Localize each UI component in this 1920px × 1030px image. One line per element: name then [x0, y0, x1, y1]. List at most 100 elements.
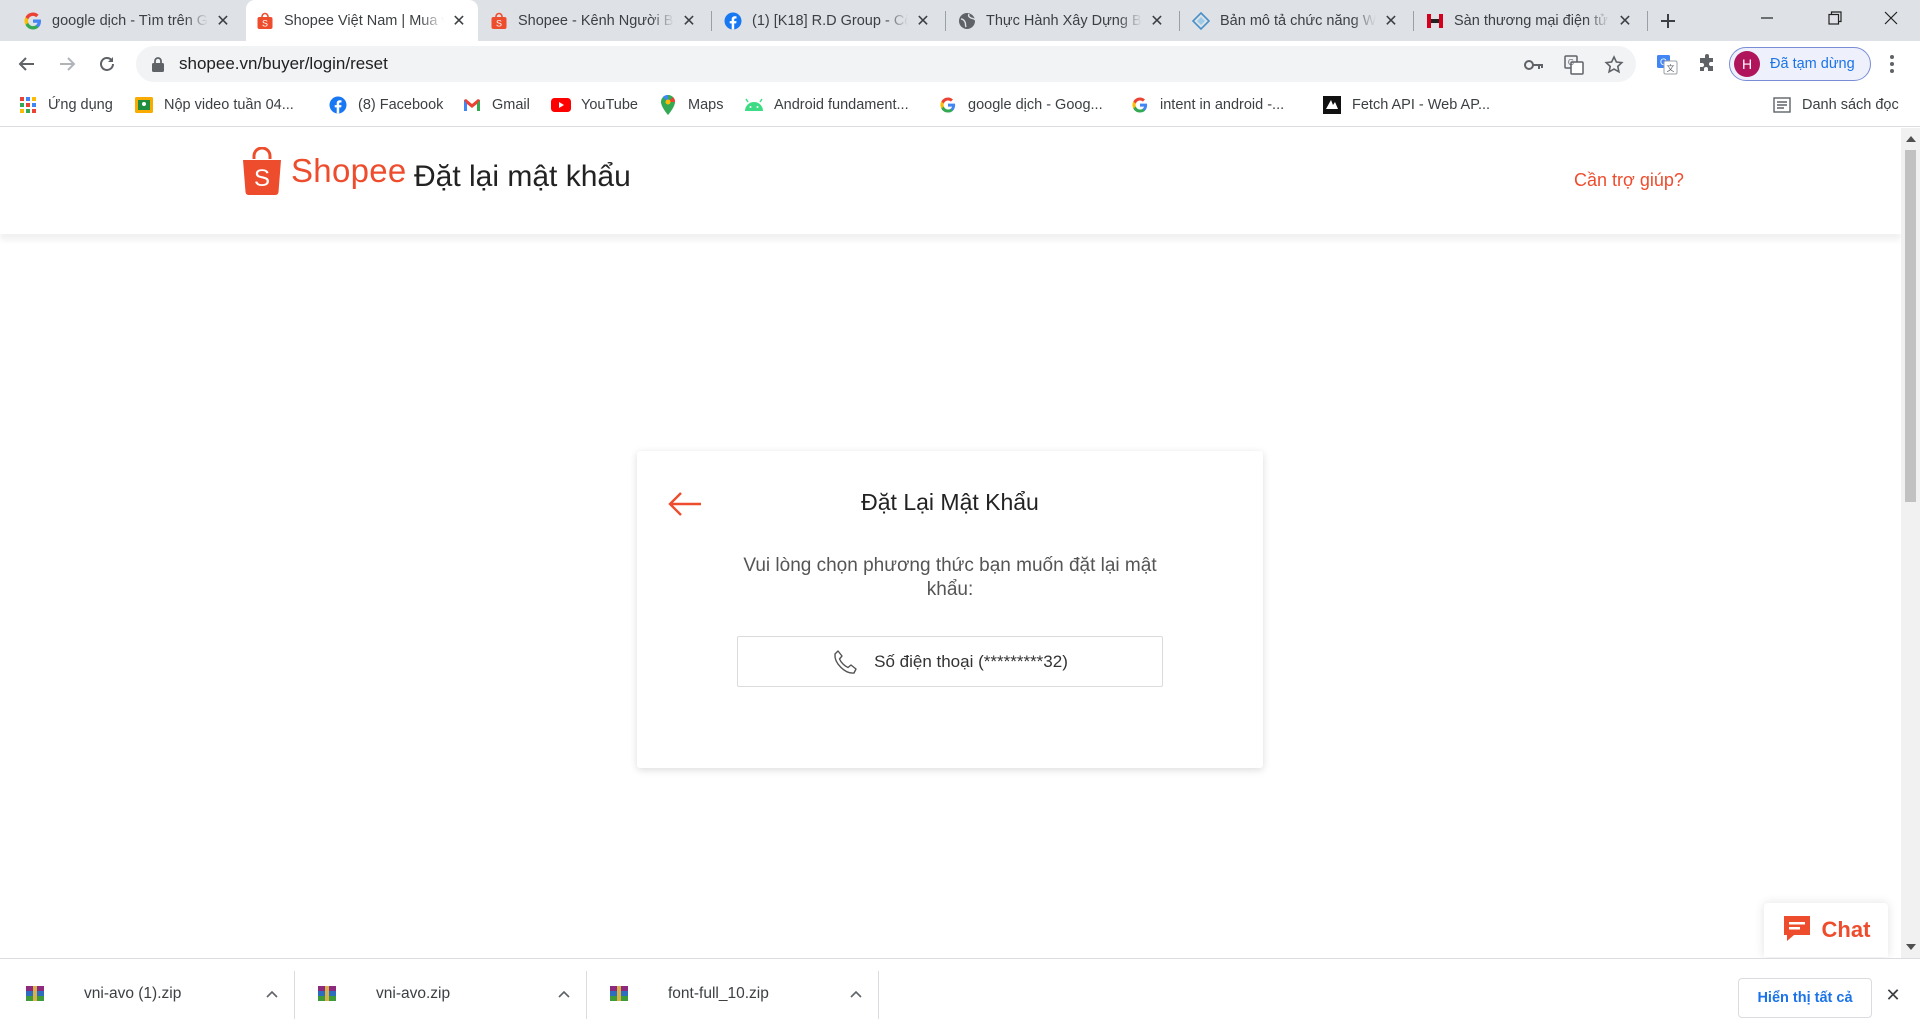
download-item[interactable]: vni-avo (1).zip	[0, 959, 290, 1029]
bookmark-android[interactable]: Android fundament...	[744, 87, 909, 123]
diamond-icon	[1192, 11, 1210, 30]
close-shelf-icon[interactable]: ✕	[1885, 985, 1901, 1005]
facebook-icon	[328, 95, 348, 115]
tab-shopee-active[interactable]: S Shopee Việt Nam | Mua và Bán ✕	[246, 0, 478, 41]
phone-icon	[832, 649, 858, 675]
tab-title: google dịch - Tìm trên Google	[52, 12, 208, 29]
shopee-bag-icon: S	[243, 147, 281, 195]
reload-button[interactable]	[92, 49, 122, 79]
scroll-up-arrow-icon[interactable]	[1906, 136, 1916, 142]
bookmark-facebook[interactable]: (8) Facebook	[328, 87, 443, 123]
download-item[interactable]: font-full_10.zip	[584, 959, 874, 1029]
key-icon[interactable]	[1524, 55, 1544, 75]
svg-text:G: G	[1568, 58, 1574, 67]
svg-text:S: S	[496, 18, 502, 28]
bookmark-label: Maps	[688, 97, 724, 113]
close-tab-icon[interactable]: ✕	[1148, 12, 1166, 30]
reading-list-label: Danh sách đọc	[1802, 97, 1899, 113]
download-item[interactable]: vni-avo.zip	[292, 959, 582, 1029]
tab-title: (1) [K18] R.D Group - Cộng	[752, 12, 908, 29]
tab-san-thuong-mai[interactable]: Sàn thương mại điện tử ✕	[1416, 0, 1644, 41]
back-button[interactable]	[12, 49, 42, 79]
bookmark-label: Fetch API - Web AP...	[1352, 97, 1491, 113]
shopee-header: S Shopee Đặt lại mật khẩu Cần trợ giúp?	[0, 128, 1901, 234]
browser-menu-icon[interactable]	[1882, 53, 1902, 75]
phone-reset-option-button[interactable]: Số điện thoại (*********32)	[737, 636, 1163, 687]
google-icon	[24, 12, 42, 30]
bookmark-gmail[interactable]: Gmail	[462, 87, 530, 123]
tab-shopee-seller[interactable]: S Shopee - Kênh Người Bán ✕	[480, 0, 708, 41]
bookmark-label: google dịch - Goog...	[968, 97, 1103, 113]
tab-google-dich[interactable]: google dịch - Tìm trên Google ✕	[14, 0, 242, 41]
chevron-up-icon[interactable]	[262, 984, 282, 1004]
chevron-up-icon[interactable]	[846, 984, 866, 1004]
classroom-icon	[134, 95, 154, 115]
avatar: H	[1734, 51, 1760, 77]
bookmark-fetch-api[interactable]: Fetch API - Web AP...	[1322, 87, 1490, 123]
scroll-down-arrow-icon[interactable]	[1906, 944, 1916, 950]
bookmark-label: Android fundament...	[774, 97, 909, 113]
minimize-button[interactable]	[1738, 0, 1796, 36]
bookmark-youtube[interactable]: YouTube	[551, 87, 638, 123]
translate-icon[interactable]: G	[1564, 55, 1584, 75]
tab-title: Sàn thương mại điện tử	[1454, 12, 1608, 29]
star-icon[interactable]	[1604, 55, 1624, 75]
page-scrollbar[interactable]	[1901, 128, 1920, 958]
close-tab-icon[interactable]: ✕	[1616, 12, 1634, 30]
restore-button[interactable]	[1806, 0, 1864, 36]
new-tab-button[interactable]	[1653, 6, 1683, 36]
tab-title: Shopee - Kênh Người Bán	[518, 12, 674, 29]
card-title: Đặt Lại Mật Khẩu	[861, 489, 1039, 515]
download-filename: vni-avo.zip	[376, 985, 451, 1002]
page-content: S Shopee Đặt lại mật khẩu Cần trợ giúp? …	[0, 128, 1901, 958]
card-subtitle: Vui lòng chọn phương thức bạn muốn đặt l…	[743, 555, 1157, 600]
bookmark-apps[interactable]: Ứng dụng	[18, 87, 113, 123]
help-link[interactable]: Cần trợ giúp?	[1574, 170, 1684, 191]
youtube-icon	[551, 95, 571, 115]
bookmark-google-dich[interactable]: google dịch - Goog...	[938, 87, 1103, 123]
chat-label: Chat	[1821, 917, 1871, 942]
svg-text:文: 文	[1667, 63, 1675, 73]
extensions-puzzle-icon[interactable]	[1696, 53, 1718, 75]
bookmark-nop-video[interactable]: Nộp video tuần 04...	[134, 87, 294, 123]
bookmark-label: Nộp video tuần 04...	[164, 97, 294, 113]
tab-facebook-group[interactable]: (1) [K18] R.D Group - Cộng ✕	[714, 0, 942, 41]
profile-button[interactable]: H Đã tạm dừng	[1729, 47, 1871, 81]
close-tab-icon[interactable]: ✕	[214, 12, 232, 30]
reading-list-button[interactable]: Danh sách đọc	[1772, 87, 1899, 123]
chat-button[interactable]: Chat	[1764, 903, 1888, 957]
bookmark-maps[interactable]: Maps	[658, 87, 723, 123]
download-filename: font-full_10.zip	[668, 985, 769, 1002]
close-tab-icon[interactable]: ✕	[1382, 12, 1400, 30]
scrollbar-thumb[interactable]	[1905, 150, 1916, 502]
close-window-button[interactable]	[1862, 0, 1920, 36]
address-bar[interactable]: shopee.vn/buyer/login/reset G	[136, 46, 1636, 82]
close-tab-icon[interactable]: ✕	[914, 12, 932, 30]
forward-button[interactable]	[52, 49, 82, 79]
download-filename: vni-avo (1).zip	[84, 985, 182, 1002]
profile-status-label: Đã tạm dừng	[1770, 56, 1855, 72]
chevron-up-icon[interactable]	[554, 984, 574, 1004]
tab-ban-mo-ta[interactable]: Bản mô tả chức năng Web ✕	[1182, 0, 1410, 41]
show-all-downloads-button[interactable]: Hiển thị tất cả	[1738, 978, 1872, 1018]
tab-thuc-hanh[interactable]: Thực Hành Xây Dựng Bài ✕	[948, 0, 1176, 41]
hm-icon	[1426, 12, 1444, 30]
tab-title: Shopee Việt Nam | Mua và Bán	[284, 12, 444, 29]
google-icon	[1130, 95, 1150, 115]
shopee-logo[interactable]: S Shopee	[241, 146, 407, 196]
maps-icon	[658, 95, 678, 115]
close-tab-icon[interactable]: ✕	[450, 12, 468, 30]
close-tab-icon[interactable]: ✕	[680, 12, 698, 30]
browser-toolbar: shopee.vn/buyer/login/reset G G文 H Đã tạ…	[0, 41, 1920, 87]
globe-icon	[958, 12, 976, 30]
apps-grid-icon	[18, 95, 38, 115]
svg-text:S: S	[262, 18, 268, 28]
google-translate-extension-icon[interactable]: G文	[1656, 53, 1678, 75]
tab-strip: google dịch - Tìm trên Google ✕ S Shopee…	[0, 0, 1920, 41]
svg-text:S: S	[254, 165, 270, 192]
bookmark-intent-android[interactable]: intent in android -...	[1130, 87, 1284, 123]
winrar-archive-icon	[316, 983, 338, 1005]
mdn-icon	[1322, 95, 1342, 115]
bookmark-label: (8) Facebook	[358, 97, 444, 113]
winrar-archive-icon	[24, 983, 46, 1005]
